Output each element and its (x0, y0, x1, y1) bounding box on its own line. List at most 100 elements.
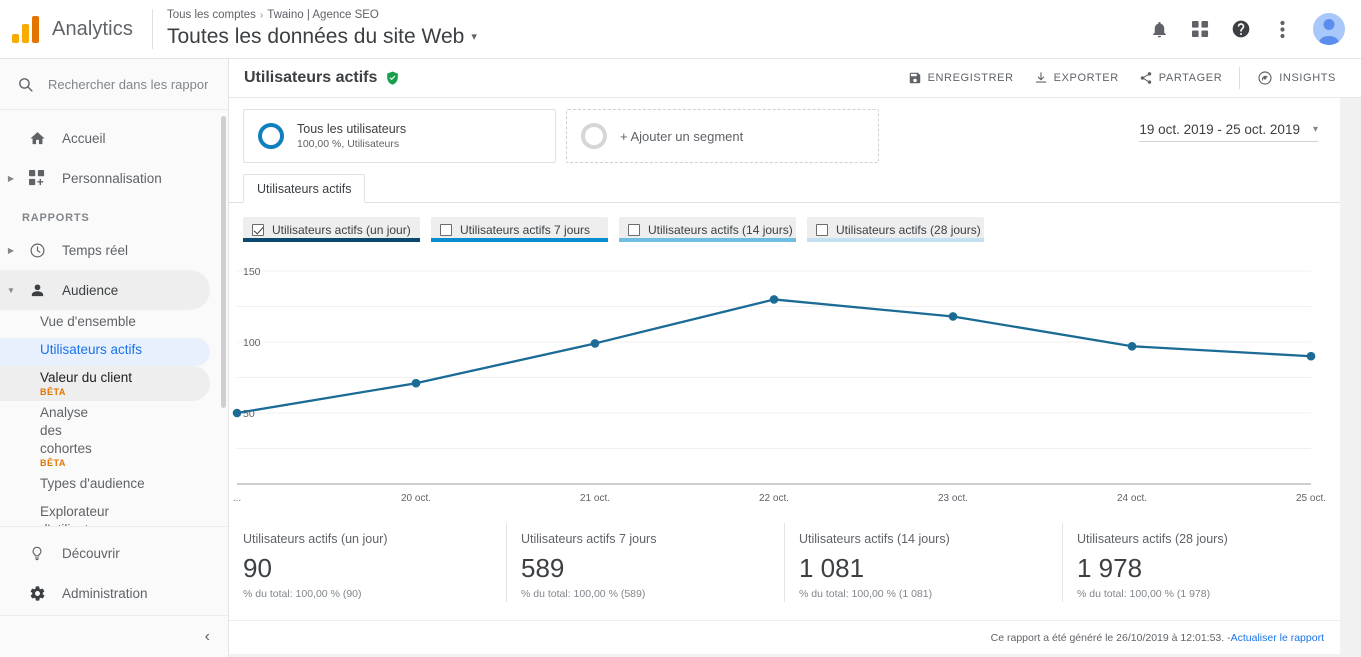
summary-sub: % du total: 100,00 % (589) (521, 588, 646, 600)
save-label: ENREGISTRER (927, 72, 1014, 84)
sidebar-label-text: Valeur du client (40, 370, 133, 385)
refresh-report-link[interactable]: Actualiser le rapport (1231, 632, 1324, 644)
breadcrumb-property[interactable]: Twaino | Agence SEO (267, 9, 379, 21)
sidebar-item-analyse-des-cohortes[interactable]: Analyse des cohortes BÊTA (0, 401, 228, 472)
summary-cell-28days: Utilisateurs actifs (28 jours) 1 978 % d… (1062, 523, 1340, 602)
checkbox-icon[interactable] (816, 224, 828, 236)
sidebar-item-types-daudience[interactable]: Types d'audience (0, 472, 228, 500)
summary-sub: % du total: 100,00 % (1 081) (799, 588, 933, 600)
sidebar-label-text: Analyse des cohortes (40, 405, 92, 456)
metric-label: Utilisateurs actifs (14 jours) (648, 223, 793, 237)
svg-text:20 oct.: 20 oct. (401, 493, 431, 504)
export-button[interactable]: EXPORTER (1025, 65, 1128, 91)
gear-icon (22, 585, 52, 602)
sidebar-item-vue-densemble[interactable]: Vue d'ensemble (0, 310, 228, 338)
chevron-down-icon: ▾ (1312, 124, 1318, 135)
beta-badge: BÊTA (40, 387, 66, 397)
summary-value: 1 081 (799, 553, 865, 583)
metric-label: Utilisateurs actifs 7 jours (460, 223, 591, 237)
divider (1239, 67, 1241, 89)
tab-strip: Utilisateurs actifs (229, 163, 1340, 203)
view-title[interactable]: Toutes les données du site Web ▾ (167, 23, 477, 51)
search-box[interactable] (0, 59, 228, 110)
more-vert-icon[interactable] (1264, 11, 1300, 47)
sidebar-item-administration[interactable]: Administration (0, 573, 228, 613)
summary-value: 589 (521, 553, 565, 583)
sidebar-item-utilisateurs-actifs[interactable]: Utilisateurs actifs (0, 338, 210, 366)
metric-toggle-7days[interactable]: Utilisateurs actifs 7 jours (431, 217, 608, 242)
sidebar-item-accueil[interactable]: Accueil (0, 118, 228, 158)
google-analytics-logo-icon (12, 15, 42, 43)
sidebar-item-decouvrir[interactable]: Découvrir (0, 533, 228, 573)
insights-button[interactable]: INSIGHTS (1248, 64, 1345, 92)
sidebar-label: Découvrir (62, 545, 120, 561)
sidebar-item-personnalisation[interactable]: ▶ Personnalisation (0, 158, 228, 198)
share-button[interactable]: PARTAGER (1130, 65, 1231, 91)
account-selector[interactable]: Tous les comptes › Twaino | Agence SEO Tou… (167, 8, 477, 51)
date-range-picker[interactable]: 19 oct. 2019 - 25 oct. 2019 ▾ (1139, 122, 1318, 142)
page-title: Utilisateurs actifs (244, 69, 400, 87)
sidebar-item-explorateur-dutilisateurs[interactable]: Explorateur d'utilisateurs (0, 500, 228, 526)
metric-toggle-14days[interactable]: Utilisateurs actifs (14 jours) (619, 217, 796, 242)
avatar[interactable] (1313, 13, 1345, 45)
sidebar-label: Accueil (62, 130, 106, 146)
sidebar-footer: ‹ (0, 615, 228, 657)
date-range-text: 19 oct. 2019 - 25 oct. 2019 (1139, 122, 1300, 137)
sidebar: Accueil ▶ Personnalisation RAPPORTS ▶ Te… (0, 59, 229, 657)
tab-utilisateurs-actifs[interactable]: Utilisateurs actifs (243, 174, 366, 203)
home-icon (22, 130, 52, 147)
checkbox-icon[interactable] (440, 224, 452, 236)
summary-metrics: Utilisateurs actifs (un jour) 90 % du to… (229, 517, 1340, 620)
segment-all-users[interactable]: Tous les utilisateurs 100,00 %, Utilisat… (243, 109, 556, 163)
brand[interactable]: Analytics (0, 15, 148, 43)
save-button[interactable]: ENREGISTRER (899, 65, 1023, 91)
nav-scroll-area: Accueil ▶ Personnalisation RAPPORTS ▶ Te… (0, 110, 228, 526)
page-title-text: Utilisateurs actifs (244, 69, 378, 86)
report-header: Utilisateurs actifs ENREGISTRER EXPORTER… (229, 59, 1361, 98)
add-segment-label: + Ajouter un segment (620, 128, 744, 144)
summary-cell-1day: Utilisateurs actifs (un jour) 90 % du to… (229, 523, 506, 602)
sidebar-item-valeur-du-client[interactable]: Valeur du client BÊTA (0, 366, 210, 401)
lightbulb-icon (22, 545, 52, 562)
add-segment-ring-icon (581, 123, 607, 149)
top-bar: Analytics Tous les comptes › Twaino | Agen… (0, 0, 1361, 59)
sidebar-item-audience[interactable]: ▼ Audience (0, 270, 210, 310)
help-icon[interactable] (1223, 11, 1259, 47)
chevron-right-icon[interactable]: ▶ (0, 246, 22, 255)
divider (152, 9, 153, 49)
chart-container: 50 100 150... 20 oct. 21 oct. 22 oct. 23 oct. 2… (229, 242, 1340, 517)
metric-label: Utilisateurs actifs (28 jours) (836, 223, 981, 237)
share-label: PARTAGER (1158, 72, 1223, 84)
svg-text:150: 150 (243, 266, 261, 278)
summary-cell-14days: Utilisateurs actifs (14 jours) 1 081 % d… (784, 523, 1062, 602)
svg-text:23 oct.: 23 oct. (938, 493, 968, 504)
apps-grid-icon[interactable] (1182, 11, 1218, 47)
add-segment-button[interactable]: + Ajouter un segment (566, 109, 879, 163)
sidebar-label: Vue d'ensemble (40, 314, 136, 329)
beta-badge: BÊTA (40, 458, 66, 468)
export-label: EXPORTER (1053, 72, 1119, 84)
summary-label: Utilisateurs actifs (14 jours) (799, 532, 950, 546)
svg-text:100: 100 (243, 337, 261, 349)
metric-toggle-28days[interactable]: Utilisateurs actifs (28 jours) (807, 217, 984, 242)
sidebar-label: Personnalisation (62, 170, 162, 186)
main-content: Utilisateurs actifs ENREGISTRER EXPORTER… (229, 59, 1361, 657)
collapse-sidebar-button[interactable]: ‹ (205, 628, 210, 646)
sidebar-label: Audience (62, 282, 119, 298)
bell-icon[interactable] (1141, 11, 1177, 47)
shield-check-icon (385, 70, 400, 86)
sidebar-label: Temps réel (62, 242, 129, 258)
svg-text:21 oct.: 21 oct. (580, 493, 610, 504)
metric-toggle-1day[interactable]: Utilisateurs actifs (un jour) (243, 217, 420, 242)
chevron-right-icon[interactable]: ▶ (0, 174, 22, 183)
svg-text:24 oct.: 24 oct. (1117, 493, 1147, 504)
chevron-down-icon[interactable]: ▼ (0, 286, 22, 295)
active-users-line-chart[interactable]: 50100150... 20 oct. 21 oct. 22 oct. 23 oct. 2… (229, 242, 1329, 512)
checkbox-icon[interactable] (628, 224, 640, 236)
search-input[interactable] (38, 76, 208, 92)
breadcrumb-account[interactable]: Tous les comptes (167, 9, 256, 21)
sidebar-label: Utilisateurs actifs (40, 342, 143, 357)
sidebar-item-temps-reel[interactable]: ▶ Temps réel (0, 230, 228, 270)
checkbox-checked-icon[interactable] (252, 224, 264, 236)
analytics-app: Analytics Tous les comptes › Twaino | Agen… (0, 0, 1361, 657)
